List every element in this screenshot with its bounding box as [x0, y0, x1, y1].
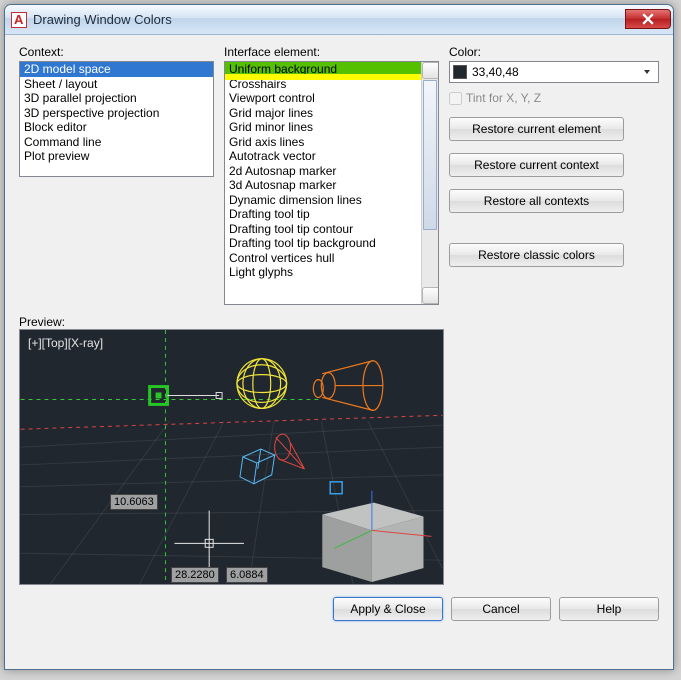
title-bar[interactable]: Drawing Window Colors	[5, 5, 673, 35]
element-listbox[interactable]: Uniform backgroundCrosshairsViewport con…	[224, 61, 439, 305]
element-item[interactable]: Dynamic dimension lines	[225, 193, 438, 208]
preview-pane: [+][Top][X-ray]	[19, 329, 444, 585]
element-label: Interface element:	[224, 45, 439, 59]
element-item[interactable]: Uniform background	[225, 62, 438, 77]
element-item[interactable]: Light glyphs	[225, 265, 438, 280]
color-dropdown[interactable]: 33,40,48	[449, 61, 659, 83]
preview-label: Preview:	[19, 315, 659, 329]
context-label: Context:	[19, 45, 214, 59]
preview-graphics	[20, 330, 443, 584]
dialog-footer: Apply & Close Cancel Help	[19, 597, 659, 621]
element-item[interactable]: Viewport control	[225, 91, 438, 106]
element-item[interactable]: 2d Autosnap marker	[225, 164, 438, 179]
restore-all-button[interactable]: Restore all contexts	[449, 189, 624, 213]
element-item[interactable]: Grid minor lines	[225, 120, 438, 135]
dialog-body: Context: 2D model spaceSheet / layout3D …	[5, 35, 673, 669]
tint-label: Tint for X, Y, Z	[466, 91, 541, 105]
element-item[interactable]: Autotrack vector	[225, 149, 438, 164]
context-item[interactable]: Sheet / layout	[20, 77, 213, 92]
color-value: 33,40,48	[472, 65, 519, 79]
help-button[interactable]: Help	[559, 597, 659, 621]
tint-checkbox	[449, 92, 462, 105]
coord-readout-1: 10.6063	[110, 494, 158, 510]
element-item[interactable]: Drafting tool tip	[225, 207, 438, 222]
window-title: Drawing Window Colors	[33, 12, 172, 27]
listbox-scrollbar[interactable]	[421, 62, 438, 304]
element-item[interactable]: 3d Autosnap marker	[225, 178, 438, 193]
element-item[interactable]: Drafting tool tip background	[225, 236, 438, 251]
dialog-window: Drawing Window Colors Context: 2D model …	[4, 4, 674, 670]
context-item[interactable]: Plot preview	[20, 149, 213, 164]
scroll-thumb[interactable]	[423, 80, 437, 230]
coord-readout-3: 6.0884	[226, 567, 268, 583]
element-item[interactable]: Control vertices hull	[225, 251, 438, 266]
element-item[interactable]: Grid axis lines	[225, 135, 438, 150]
close-icon	[642, 13, 654, 25]
coord-readout-2: 28.2280	[171, 567, 219, 583]
restore-context-button[interactable]: Restore current context	[449, 153, 624, 177]
context-item[interactable]: 2D model space	[20, 62, 213, 77]
color-label: Color:	[449, 45, 659, 59]
scroll-down-button[interactable]	[422, 287, 439, 304]
close-button[interactable]	[625, 9, 671, 29]
app-icon	[11, 12, 27, 28]
context-listbox[interactable]: 2D model spaceSheet / layout3D parallel …	[19, 61, 214, 177]
restore-element-button[interactable]: Restore current element	[449, 117, 624, 141]
color-swatch	[453, 65, 467, 79]
context-item[interactable]: 3D perspective projection	[20, 106, 213, 121]
scroll-up-button[interactable]	[422, 62, 439, 79]
cancel-button[interactable]: Cancel	[451, 597, 551, 621]
element-item[interactable]: Grid major lines	[225, 106, 438, 121]
context-item[interactable]: 3D parallel projection	[20, 91, 213, 106]
restore-classic-button[interactable]: Restore classic colors	[449, 243, 624, 267]
context-item[interactable]: Block editor	[20, 120, 213, 135]
apply-close-button[interactable]: Apply & Close	[333, 597, 443, 621]
context-item[interactable]: Command line	[20, 135, 213, 150]
element-item[interactable]: Drafting tool tip contour	[225, 222, 438, 237]
chevron-down-icon	[639, 69, 655, 75]
